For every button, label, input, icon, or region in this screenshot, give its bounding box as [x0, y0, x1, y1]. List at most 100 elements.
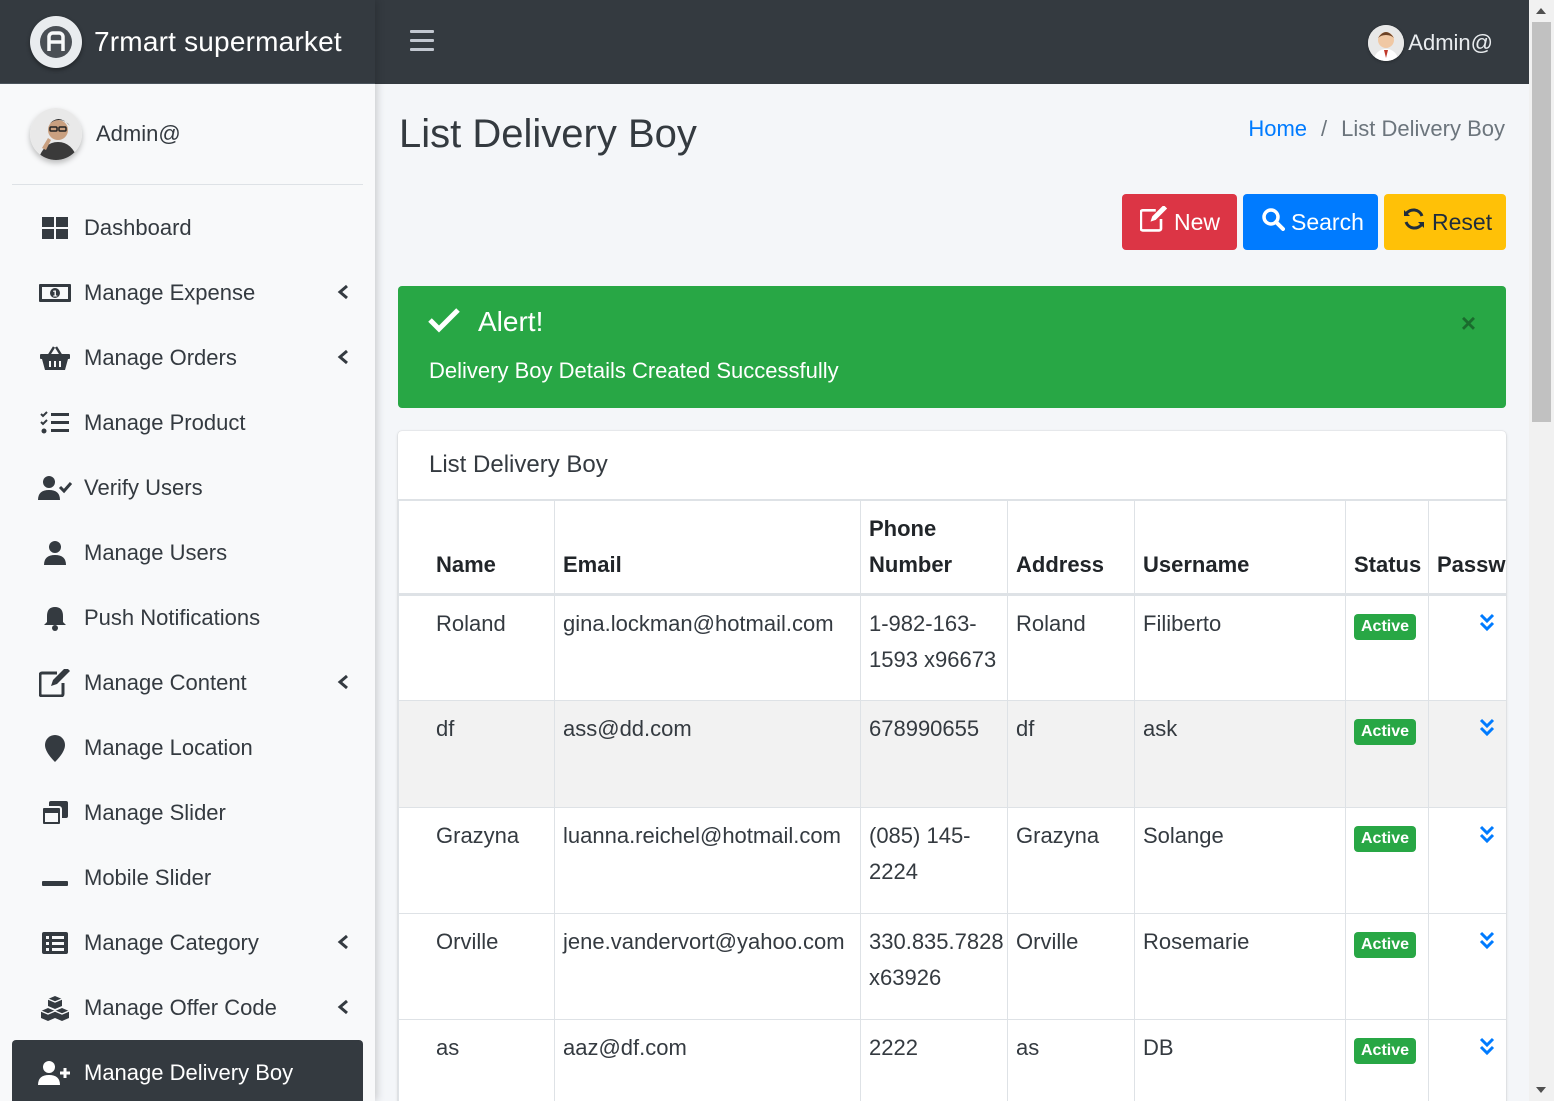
- alert-header: Alert!: [428, 306, 543, 338]
- cell-name: Orville: [398, 913, 555, 1020]
- search-button[interactable]: Search: [1243, 194, 1378, 250]
- cell-phone: 2222: [860, 1019, 1008, 1101]
- cell-address: as: [1007, 1019, 1135, 1101]
- cell-password: [1428, 1019, 1506, 1101]
- cell-phone: (085) 145-2224: [860, 807, 1008, 914]
- table-row: df ass@dd.com 678990655 df ask Active: [398, 700, 1506, 808]
- sidebar-item-manage-expense[interactable]: 1 Manage Expense: [12, 260, 363, 325]
- cell-email: gina.lockman@hotmail.com: [554, 594, 861, 701]
- edit-icon: [38, 668, 72, 698]
- brand-logo-icon: [30, 15, 82, 68]
- status-badge: Active: [1354, 826, 1417, 852]
- sidebar-item-mobile-slider[interactable]: Mobile Slider: [12, 845, 363, 910]
- sidebar-item-verify-users[interactable]: Verify Users: [12, 455, 363, 520]
- dashboard-icon: [38, 213, 72, 243]
- column-header-password[interactable]: Password: [1428, 500, 1506, 596]
- sidebar-item-label: Dashboard: [84, 214, 192, 240]
- scroll-down-arrow-icon[interactable]: [1536, 1087, 1546, 1093]
- svg-text:1: 1: [52, 289, 58, 298]
- sidebar-item-label: Verify Users: [84, 474, 203, 500]
- cell-name: df: [398, 700, 555, 808]
- sidebar-item-label: Manage Delivery Boy: [84, 1059, 294, 1085]
- cell-phone: 330.835.7828 x63926: [860, 913, 1008, 1020]
- user-menu[interactable]: Admin@: [1368, 25, 1493, 61]
- table-header-row: Name Email Phone Number Address Username…: [398, 500, 1506, 596]
- column-header-username[interactable]: Username: [1134, 500, 1346, 596]
- cell-status: Active: [1345, 594, 1429, 701]
- breadcrumb-current: List Delivery Boy: [1341, 116, 1505, 141]
- page-title: List Delivery Boy: [399, 112, 697, 156]
- sidebar-item-manage-location[interactable]: Manage Location: [12, 715, 363, 780]
- sidebar-user-panel[interactable]: Admin@: [12, 84, 363, 185]
- sidebar-item-label: Manage Content: [84, 669, 247, 695]
- list-alt-icon: [38, 928, 72, 958]
- cell-email: ass@dd.com: [554, 700, 861, 808]
- sidebar-item-label: Manage Product: [84, 409, 246, 435]
- page-scrollbar[interactable]: [1529, 0, 1554, 1101]
- sidebar-item-dashboard[interactable]: Dashboard: [12, 195, 363, 260]
- sidebar-item-manage-orders[interactable]: Manage Orders: [12, 325, 363, 390]
- cell-username: ask: [1134, 700, 1346, 808]
- sidebar-item-label: Manage Location: [84, 734, 253, 760]
- column-header-name[interactable]: Name: [398, 500, 555, 596]
- cell-password: [1428, 807, 1506, 914]
- breadcrumb-home-link[interactable]: Home: [1248, 116, 1307, 142]
- scrollbar-thumb[interactable]: [1532, 22, 1551, 422]
- column-header-phone[interactable]: Phone Number: [860, 500, 1008, 596]
- main-content: List Delivery Boy Home / List Delivery B…: [375, 84, 1529, 1101]
- minus-icon: [38, 863, 72, 893]
- cell-address: Grazyna: [1007, 807, 1135, 914]
- tasks-list-icon: [38, 408, 72, 438]
- brand-link[interactable]: 7rmart supermarket: [0, 0, 375, 84]
- sidebar-item-push-notifications[interactable]: Push Notifications: [12, 585, 363, 650]
- avatar: [30, 108, 82, 160]
- sidebar-item-manage-slider[interactable]: Manage Slider: [12, 780, 363, 845]
- new-button[interactable]: New: [1122, 194, 1237, 250]
- cell-name: as: [398, 1019, 555, 1101]
- sidebar-item-manage-users[interactable]: Manage Users: [12, 520, 363, 585]
- close-icon[interactable]: ×: [1461, 308, 1476, 339]
- sync-icon: [1402, 207, 1432, 237]
- delivery-boy-table: Name Email Phone Number Address Username…: [398, 500, 1506, 1101]
- cubes-icon: [38, 993, 72, 1023]
- sidebar-item-manage-product[interactable]: Manage Product: [12, 390, 363, 455]
- action-buttons: New Search Reset: [1122, 194, 1506, 250]
- delivery-boy-card: List Delivery Boy Name Email Phone Numbe…: [398, 431, 1506, 1101]
- sidebar-item-manage-category[interactable]: Manage Category: [12, 910, 363, 975]
- shopping-basket-icon: [38, 343, 72, 373]
- alert-title: Alert!: [478, 306, 544, 337]
- user-check-icon: [38, 473, 72, 503]
- sidebar-item-manage-content[interactable]: Manage Content: [12, 650, 363, 715]
- cell-email: jene.vandervort@yahoo.com: [554, 913, 861, 1020]
- chevron-left-icon: [337, 670, 349, 696]
- cell-email: aaz@df.com: [554, 1019, 861, 1101]
- column-header-email[interactable]: Email: [554, 500, 861, 596]
- hamburger-menu-icon[interactable]: [410, 30, 434, 52]
- angle-double-down-icon[interactable]: [1479, 820, 1495, 856]
- status-badge: Active: [1354, 719, 1417, 745]
- sidebar-item-label: Manage Orders: [84, 344, 237, 370]
- sidebar-item-label: Push Notifications: [84, 604, 261, 630]
- new-button-label: New: [1174, 208, 1221, 235]
- angle-double-down-icon[interactable]: [1479, 713, 1495, 749]
- user-icon: [38, 538, 72, 568]
- search-button-label: Search: [1291, 208, 1364, 235]
- column-header-address[interactable]: Address: [1007, 500, 1135, 596]
- status-badge: Active: [1354, 932, 1417, 958]
- sidebar-item-label: Mobile Slider: [84, 864, 212, 890]
- column-header-status[interactable]: Status: [1345, 500, 1429, 596]
- cell-status: Active: [1345, 1019, 1429, 1101]
- window-restore-icon: [38, 798, 72, 828]
- cell-status: Active: [1345, 807, 1429, 914]
- scroll-up-arrow-icon[interactable]: [1536, 8, 1546, 14]
- cell-phone: 1-982-163-1593 x96673: [860, 594, 1008, 701]
- angle-double-down-icon[interactable]: [1479, 1032, 1495, 1068]
- sidebar-item-manage-delivery-boy[interactable]: Manage Delivery Boy: [12, 1040, 363, 1101]
- sidebar-item-manage-offer-code[interactable]: Manage Offer Code: [12, 975, 363, 1040]
- status-badge: Active: [1354, 1038, 1417, 1064]
- top-navbar: Admin@: [375, 0, 1529, 84]
- angle-double-down-icon[interactable]: [1479, 608, 1495, 644]
- reset-button[interactable]: Reset: [1384, 194, 1506, 250]
- sidebar-item-label: Manage Offer Code: [84, 994, 277, 1020]
- angle-double-down-icon[interactable]: [1479, 926, 1495, 962]
